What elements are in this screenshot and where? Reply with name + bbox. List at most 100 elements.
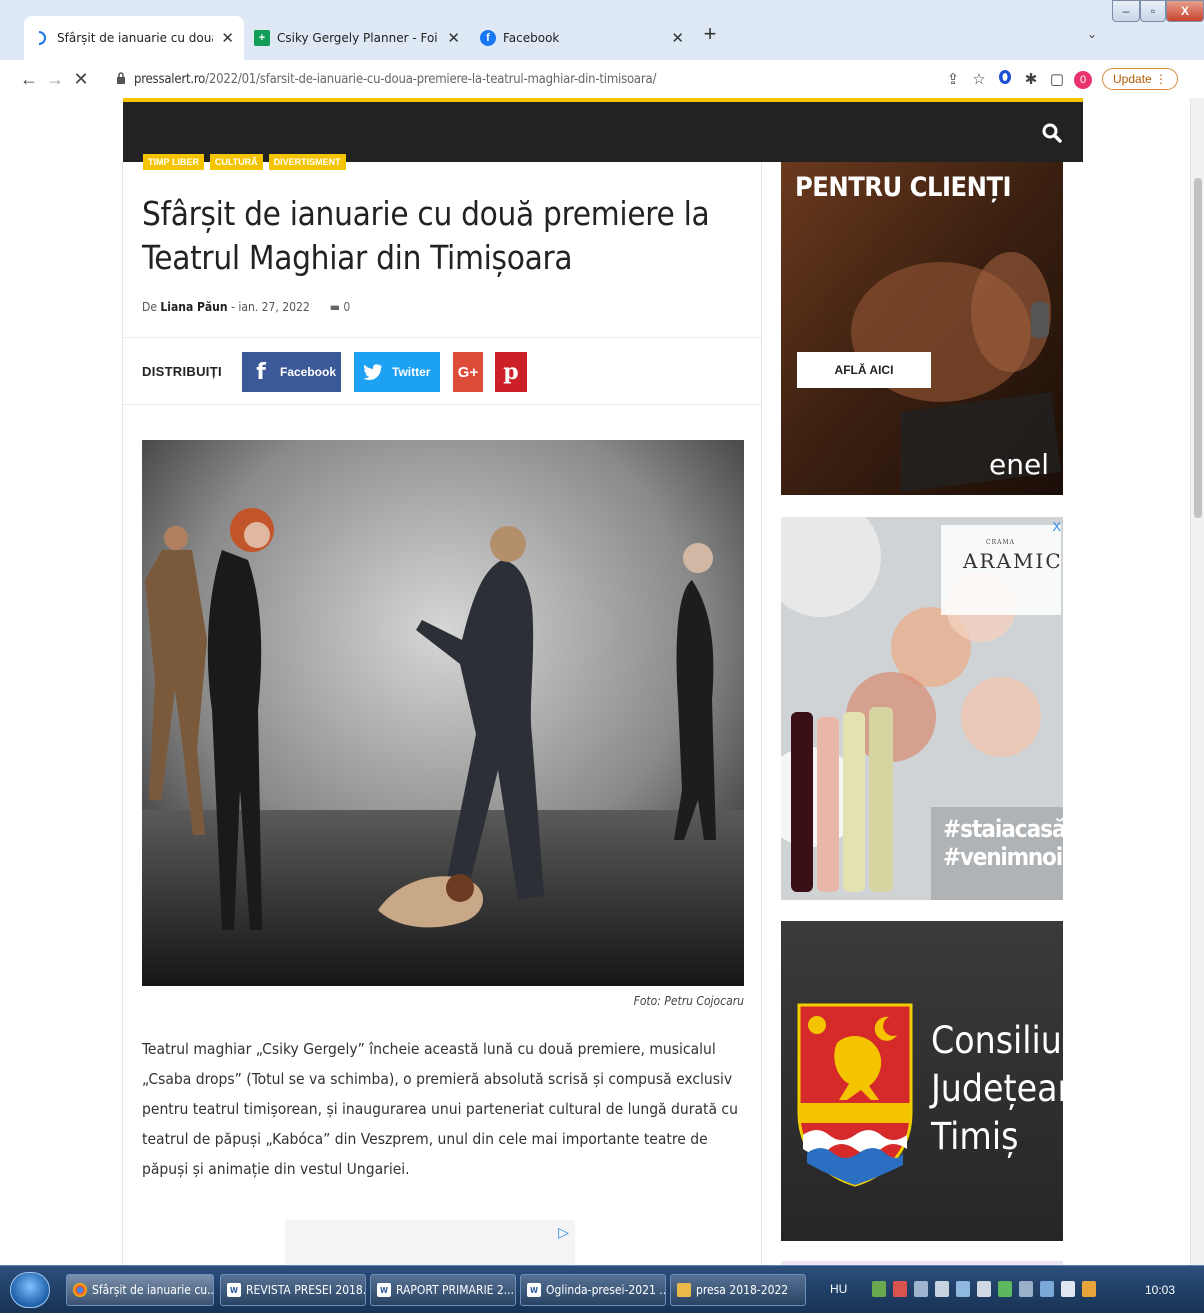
taskbar-item-label: REVISTA PRESEI 2018... bbox=[246, 1283, 366, 1297]
gplus-icon: G+ bbox=[457, 363, 479, 381]
share-twitter-button[interactable]: Twitter bbox=[354, 352, 440, 392]
minimize-button[interactable]: – bbox=[1112, 0, 1140, 22]
taskbar-item-word-2[interactable]: W RAPORT PRIMARIE 2... bbox=[370, 1274, 516, 1306]
lock-icon bbox=[116, 71, 126, 87]
taskbar-item-label: Oglinda-presei-2021 ... bbox=[546, 1283, 666, 1297]
profile-avatar[interactable]: 0 bbox=[1070, 70, 1096, 89]
sidepanel-icon[interactable]: ▢ bbox=[1044, 70, 1070, 88]
ad-aramic-tag1: #staiacasă bbox=[943, 815, 1063, 843]
ad-aramic-small: CRAMA bbox=[986, 539, 1015, 546]
toolbar-actions: ⇪ ☆ ✱ ▢ 0 Update ⋮ bbox=[940, 66, 1179, 92]
tray-app-icon[interactable] bbox=[872, 1281, 886, 1297]
sidebar-ad-consiliul[interactable]: Consiliul Județean Timiș bbox=[781, 921, 1063, 1241]
new-tab-button[interactable]: + bbox=[696, 20, 724, 48]
share-pinterest-button[interactable]: p bbox=[495, 352, 527, 392]
chevron-down-icon[interactable]: ⌄ bbox=[1080, 22, 1104, 46]
update-label: Update bbox=[1113, 72, 1152, 86]
taskbar-item-label: presa 2018-2022 bbox=[696, 1283, 789, 1297]
ad-enel-button[interactable]: AFLĂ AICI bbox=[797, 352, 931, 388]
close-window-button[interactable]: X bbox=[1166, 0, 1204, 22]
tray-app-icon[interactable] bbox=[1082, 1281, 1096, 1297]
page-scrollbar[interactable] bbox=[1190, 98, 1204, 1265]
scrollbar-thumb[interactable] bbox=[1194, 178, 1202, 518]
taskbar-item-chrome[interactable]: Sfârșit de ianuarie cu... bbox=[66, 1274, 214, 1306]
language-indicator[interactable]: HU bbox=[830, 1282, 847, 1296]
word-icon: W bbox=[527, 1283, 541, 1297]
extension-o-icon[interactable] bbox=[992, 69, 1018, 89]
ad-enel-logo: enel bbox=[989, 448, 1049, 481]
close-icon[interactable]: ✕ bbox=[447, 29, 460, 47]
url-path: /2022/01/sfarsit-de-ianuarie-cu-doua-pre… bbox=[205, 71, 657, 87]
share-twitter-label: Twitter bbox=[392, 365, 431, 379]
update-button[interactable]: Update ⋮ bbox=[1102, 68, 1179, 90]
start-button[interactable] bbox=[10, 1272, 50, 1308]
ad-close-button[interactable]: X bbox=[1052, 519, 1061, 534]
ad-aramic-brand: ARAMIC bbox=[963, 549, 1063, 573]
loading-icon bbox=[34, 30, 50, 46]
adchoices-icon[interactable]: ▷ bbox=[558, 1224, 569, 1241]
category-tag[interactable]: DIVERTISMENT bbox=[268, 154, 346, 170]
taskbar-item-word-1[interactable]: W REVISTA PRESEI 2018... bbox=[220, 1274, 366, 1306]
action-center-flag-icon[interactable] bbox=[1061, 1281, 1075, 1297]
comment-count-value: 0 bbox=[343, 300, 351, 314]
facebook-icon: f bbox=[480, 30, 496, 46]
address-bar[interactable]: pressalert.ro/2022/01/sfarsit-de-ianuari… bbox=[108, 64, 998, 94]
share-facebook-label: Facebook bbox=[280, 365, 337, 379]
bookmark-star-icon[interactable]: ☆ bbox=[966, 70, 992, 88]
taskbar-item-word-3[interactable]: W Oglinda-presei-2021 ... bbox=[520, 1274, 666, 1306]
word-icon: W bbox=[227, 1283, 241, 1297]
tray-device-icon[interactable] bbox=[914, 1281, 928, 1297]
forward-arrow-icon[interactable]: → bbox=[42, 69, 68, 90]
tray-update-icon[interactable] bbox=[1040, 1281, 1054, 1297]
author-link[interactable]: Liana Păun bbox=[160, 300, 227, 314]
ad-consiliul-line2: Județean bbox=[931, 1067, 1063, 1110]
share-gplus-button[interactable]: G+ bbox=[453, 352, 483, 392]
folder-icon bbox=[677, 1283, 691, 1297]
tray-display-icon[interactable] bbox=[1019, 1281, 1033, 1297]
chrome-icon bbox=[73, 1283, 87, 1297]
tray-app-icon[interactable] bbox=[998, 1281, 1012, 1297]
tab-title: Facebook bbox=[503, 31, 560, 45]
ad-aramic-tag2: #venimnoilatine bbox=[943, 843, 1063, 871]
share-facebook-button[interactable]: f Facebook bbox=[242, 352, 341, 392]
maximize-button[interactable]: ▫ bbox=[1140, 0, 1166, 22]
back-arrow-icon[interactable]: ← bbox=[16, 69, 42, 90]
stop-loading-icon[interactable]: ✕ bbox=[68, 69, 94, 90]
system-tray bbox=[872, 1281, 1096, 1297]
sidebar-ad-aramic[interactable]: CRAMA ARAMIC X #staiacasă #venimnoilatin… bbox=[781, 517, 1063, 900]
taskbar-item-label: RAPORT PRIMARIE 2... bbox=[396, 1283, 515, 1297]
extensions-puzzle-icon[interactable]: ✱ bbox=[1018, 70, 1044, 88]
article-meta: De Liana Păun - ian. 27, 2022 ▬ 0 bbox=[142, 300, 350, 314]
volume-icon[interactable] bbox=[977, 1281, 991, 1297]
article-body: Teatrul maghiar „Csiky Gergely” încheie … bbox=[142, 1040, 738, 1178]
clock[interactable]: 10:03 bbox=[1145, 1283, 1175, 1297]
ad-enel-photo bbox=[781, 162, 1063, 495]
close-icon[interactable]: ✕ bbox=[671, 29, 684, 47]
sidebar-ad-enel[interactable]: PENTRU CLIENȚI AFLĂ AICI enel bbox=[781, 162, 1063, 495]
category-tag[interactable]: TIMP LIBER bbox=[143, 154, 204, 170]
category-tag[interactable]: CULTURĂ bbox=[209, 154, 263, 170]
by-prefix: De bbox=[142, 300, 157, 314]
ad-slot[interactable]: ▷ bbox=[285, 1220, 575, 1265]
close-icon[interactable]: ✕ bbox=[221, 29, 234, 47]
tray-sync-icon[interactable] bbox=[956, 1281, 970, 1297]
publish-date: - ian. 27, 2022 bbox=[231, 300, 310, 314]
tab-facebook[interactable]: f Facebook ✕ bbox=[470, 16, 694, 60]
search-icon[interactable] bbox=[1041, 122, 1063, 144]
tab-article[interactable]: Sfârșit de ianuarie cu două premiere ✕ bbox=[24, 16, 244, 60]
tab-sheets[interactable]: + Csiky Gergely Planner - Foi de calcul … bbox=[244, 16, 470, 60]
taskbar-item-label: Sfârșit de ianuarie cu... bbox=[92, 1283, 214, 1297]
share-icon[interactable]: ⇪ bbox=[940, 70, 966, 88]
browser-toolbar: ← → ✕ pressalert.ro/2022/01/sfarsit-de-i… bbox=[0, 60, 1204, 98]
comment-count[interactable]: ▬ 0 bbox=[330, 300, 351, 314]
tab-title: Csiky Gergely Planner - Foi de calcul bbox=[277, 31, 439, 45]
ad-consiliul-line1: Consiliul bbox=[931, 1019, 1063, 1062]
tray-security-icon[interactable] bbox=[893, 1281, 907, 1297]
sheets-icon: + bbox=[254, 30, 270, 46]
share-bar: DISTRIBUIȚI f Facebook Twitter G+ p bbox=[123, 337, 761, 405]
taskbar-item-folder[interactable]: presa 2018-2022 bbox=[670, 1274, 806, 1306]
tray-network-icon[interactable] bbox=[935, 1281, 949, 1297]
pinterest-icon: p bbox=[503, 359, 519, 385]
page-viewport: TIMP LIBER CULTURĂ DIVERTISMENT Sfârșit … bbox=[0, 98, 1204, 1265]
ad-enel-headline: PENTRU CLIENȚI bbox=[795, 172, 1012, 203]
